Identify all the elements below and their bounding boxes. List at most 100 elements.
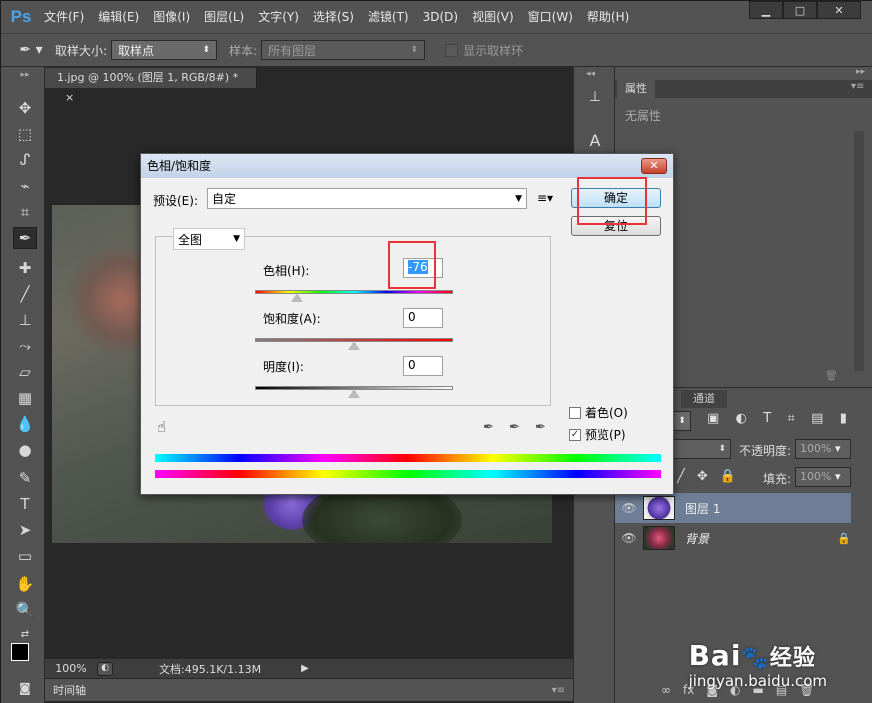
lasso-tool-icon[interactable]: ᔑ — [13, 149, 37, 171]
tools-panel: ▸▸ ✥ ⬚ ᔑ ⌁ ⌗ ✒ ✚ ╱ ⊥ ⤳ ▱ ▦ 💧 ● ✎ T ➤ ▭ ✋… — [1, 67, 45, 703]
layer-row-layer1[interactable]: 👁 图层 1 — [615, 493, 851, 523]
eyedropper-plus-icon[interactable]: ✒ — [509, 420, 520, 435]
eyedropper-preset-icon[interactable]: ✒ ▾ — [11, 42, 51, 58]
fill-field[interactable]: 100% ▾ — [795, 467, 851, 487]
lightness-field[interactable]: 0 — [403, 356, 443, 376]
properties-menu-icon[interactable]: ▾≡ — [851, 81, 864, 92]
menu-3d[interactable]: 3D(D) — [416, 1, 465, 33]
lock-paint-icon[interactable]: ╱ — [677, 469, 685, 484]
hue-slider-thumb[interactable] — [291, 293, 303, 302]
swap-colors-icon[interactable]: ⇄ — [13, 623, 37, 645]
collapse-panels-icon[interactable]: ◂◂ — [586, 69, 595, 79]
visibility-eye-icon[interactable]: 👁 — [615, 531, 643, 545]
preset-options-icon[interactable]: ≡▾ — [537, 191, 553, 205]
stamp-tool-icon[interactable]: ⊥ — [13, 309, 37, 331]
preset-select[interactable]: 自定 ▼ — [207, 188, 527, 209]
lock-position-icon[interactable]: ✥ — [697, 469, 708, 484]
shape-filter-icon[interactable]: ⌗ — [788, 411, 795, 431]
blur-tool-icon[interactable]: 💧 — [13, 413, 37, 435]
status-menu-arrow-icon[interactable]: ▶ — [301, 663, 309, 674]
layer-name[interactable]: 背景 — [685, 530, 709, 547]
foreground-color-swatch[interactable] — [11, 643, 29, 661]
menu-image[interactable]: 图像(I) — [146, 1, 197, 33]
visibility-eye-icon[interactable]: 👁 — [615, 501, 643, 515]
blend-mode-select[interactable]: ⬍ — [673, 439, 731, 459]
properties-scrollbar[interactable] — [854, 131, 864, 371]
opacity-dropdown-icon[interactable]: ▾ — [835, 442, 841, 455]
preview-option[interactable]: ✓ 预览(P) — [569, 426, 626, 443]
dodge-tool-icon[interactable]: ● — [13, 439, 37, 461]
eraser-tool-icon[interactable]: ▱ — [13, 361, 37, 383]
type-tool-icon[interactable]: T — [13, 493, 37, 515]
dialog-close-button[interactable]: ✕ — [641, 158, 667, 174]
eyedropper-icon[interactable]: ✒ — [483, 420, 494, 435]
layer-row-background[interactable]: 👁 背景 🔒 — [615, 523, 851, 553]
gradient-tool-icon[interactable]: ▦ — [13, 387, 37, 409]
zoom-tool-icon[interactable]: 🔍 — [13, 599, 37, 621]
eyedropper-minus-icon[interactable]: ✒ — [535, 420, 546, 435]
show-ring-checkbox[interactable] — [445, 43, 459, 57]
adjustment-filter-icon[interactable]: ◐ — [736, 411, 747, 431]
colorize-checkbox[interactable] — [569, 406, 581, 419]
tab-channels[interactable]: 通道 — [681, 390, 727, 408]
image-filter-icon[interactable]: ▣ — [707, 411, 719, 431]
panel-menu-icon[interactable]: ▾≡ — [552, 685, 565, 696]
history-brush-tool-icon[interactable]: ⤳ — [13, 335, 37, 357]
menu-view[interactable]: 视图(V) — [465, 1, 521, 33]
layer-name[interactable]: 图层 1 — [685, 500, 720, 517]
menu-filter[interactable]: 滤镜(T) — [361, 1, 416, 33]
brush-tool-icon[interactable]: ╱ — [13, 283, 37, 305]
close-tab-icon[interactable]: × — [65, 91, 74, 104]
filter-kind-select[interactable]: ⬍ — [673, 411, 691, 431]
menu-file[interactable]: 文件(F) — [37, 1, 91, 33]
expand-panels-icon[interactable]: ▸▸ — [615, 67, 872, 79]
saturation-field[interactable]: 0 — [403, 308, 443, 328]
menu-window[interactable]: 窗口(W) — [521, 1, 580, 33]
quick-mask-icon[interactable]: ◙ — [13, 677, 37, 699]
hand-tool-icon[interactable]: ✋ — [13, 573, 37, 595]
menu-help[interactable]: 帮助(H) — [580, 1, 636, 33]
quick-select-tool-icon[interactable]: ⌁ — [13, 175, 37, 197]
saturation-slider-thumb[interactable] — [348, 341, 360, 350]
sample-select[interactable]: 所有图层 ⬍ — [261, 40, 426, 60]
channel-select[interactable]: 全图 ▼ — [173, 228, 245, 250]
opacity-field[interactable]: 100% ▾ — [795, 439, 851, 459]
maximize-button[interactable]: □ — [783, 1, 817, 19]
sample-size-select[interactable]: 取样点 ⬍ — [111, 40, 218, 60]
hue-slider[interactable] — [255, 290, 453, 294]
zoom-level[interactable]: 100% — [45, 662, 97, 675]
show-ring-option[interactable]: 显示取样环 — [445, 42, 523, 59]
pen-tool-icon[interactable]: ✎ — [13, 467, 37, 489]
fill-dropdown-icon[interactable]: ▾ — [835, 470, 841, 483]
menu-select[interactable]: 选择(S) — [306, 1, 361, 33]
shape-tool-icon[interactable]: ▭ — [13, 545, 37, 567]
history-panel-icon[interactable]: ⊥ — [584, 89, 606, 117]
document-tab[interactable]: 1.jpg @ 100% (图层 1, RGB/8#) * × — [45, 68, 257, 104]
targeted-adjustment-hand-icon[interactable]: ☝ — [157, 418, 166, 436]
timeline-panel-tab[interactable]: 时间轴 ▾≡ — [45, 679, 573, 701]
minimize-button[interactable]: ▁ — [749, 1, 783, 19]
maximize-icon: □ — [794, 3, 806, 17]
move-tool-icon[interactable]: ✥ — [13, 97, 37, 119]
trash-icon[interactable]: 🗑 — [825, 371, 838, 382]
type-filter-icon[interactable]: T — [763, 411, 771, 431]
filter-toggle-icon[interactable]: ▮ — [840, 411, 847, 431]
window-close-button[interactable]: ✕ — [817, 1, 861, 19]
collapse-icon[interactable]: ▸▸ — [13, 69, 37, 81]
preview-checkbox[interactable]: ✓ — [569, 428, 581, 441]
lightness-slider-thumb[interactable] — [348, 389, 360, 398]
smart-object-filter-icon[interactable]: ▤ — [811, 411, 823, 431]
menu-layer[interactable]: 图层(L) — [197, 1, 251, 33]
marquee-tool-icon[interactable]: ⬚ — [13, 123, 37, 145]
link-layers-icon[interactable]: ∞ — [661, 683, 671, 697]
colorize-option[interactable]: 着色(O) — [569, 404, 628, 421]
healing-brush-tool-icon[interactable]: ✚ — [13, 257, 37, 279]
crop-tool-icon[interactable]: ⌗ — [13, 201, 37, 223]
path-select-tool-icon[interactable]: ➤ — [13, 519, 37, 541]
lock-all-icon[interactable]: 🔒 — [720, 469, 736, 484]
tab-properties[interactable]: 属性 — [617, 80, 655, 98]
menu-edit[interactable]: 编辑(E) — [91, 1, 146, 33]
menu-type[interactable]: 文字(Y) — [251, 1, 306, 33]
eyedropper-tool-icon[interactable]: ✒ — [13, 227, 37, 249]
share-icon[interactable]: ◐ — [97, 661, 113, 676]
